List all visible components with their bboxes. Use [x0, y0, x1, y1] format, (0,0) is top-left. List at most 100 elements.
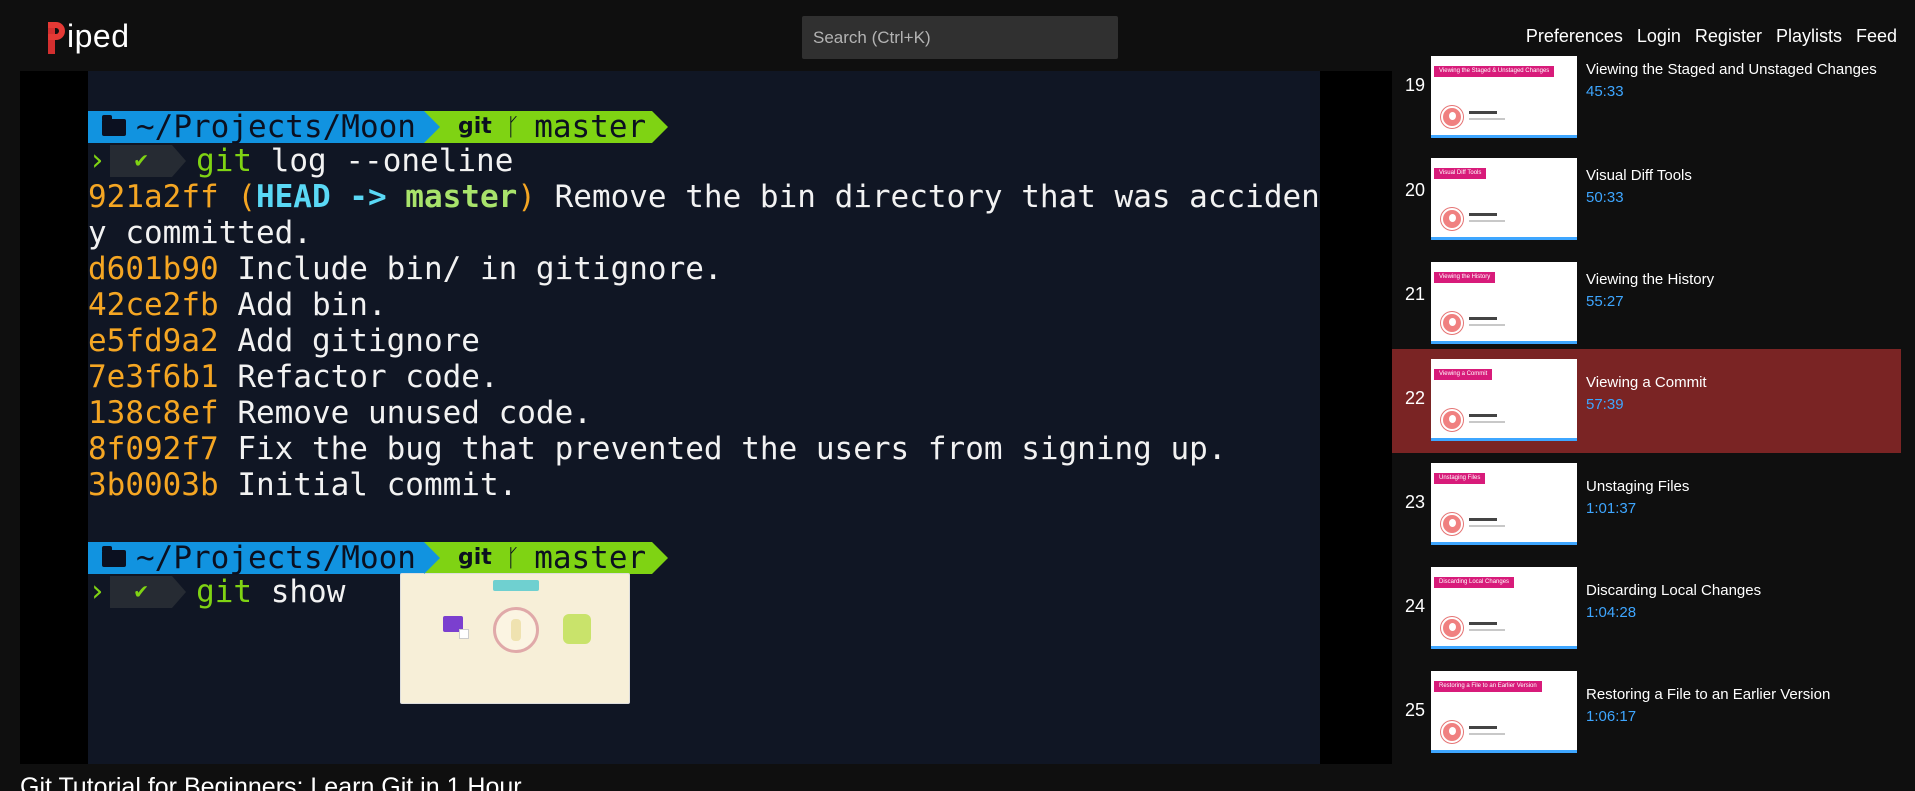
terminal-command-line: › ✔ git show: [88, 574, 346, 610]
chevron-right-icon: ›: [88, 143, 107, 178]
check-icon: ✔: [134, 148, 148, 173]
playlist-item-thumbnail[interactable]: Unstaging Files: [1431, 463, 1577, 545]
commit-hash: 42ce2fb: [88, 287, 219, 323]
thumbnail-author-line: [1469, 518, 1497, 521]
thumbnail-subtext-line: [1469, 324, 1505, 326]
playlist-item-number: 19: [1404, 75, 1426, 95]
commit-hash: d601b90: [88, 251, 219, 287]
playlist-item[interactable]: 24 Discarding Local Changes Discarding L…: [1392, 565, 1901, 669]
playlist-item-duration: 1:04:28: [1586, 604, 1637, 621]
command-args: log --oneline: [252, 143, 514, 179]
chevron-right-icon: ›: [88, 574, 107, 609]
commit-hash: e5fd9a2: [88, 323, 219, 359]
playlist-item-title[interactable]: Viewing the History: [1586, 271, 1714, 288]
nav-link-feed[interactable]: Feed: [1856, 26, 1897, 47]
seek-preview-thumbnail: [400, 573, 630, 704]
commit-message: Remove unused code.: [218, 395, 592, 431]
playlist-item[interactable]: 21 Viewing the History Viewing the Histo…: [1392, 253, 1901, 357]
playlist-item-current[interactable]: 22 Viewing a Commit Viewing a Commit 57:…: [1392, 349, 1901, 453]
branch-icon: ᚴ: [505, 544, 521, 572]
playlist-item-title[interactable]: Viewing a Commit: [1586, 374, 1707, 391]
playlist-item-title[interactable]: Unstaging Files: [1586, 478, 1689, 495]
thumbnail-label: Visual Diff Tools: [1434, 168, 1487, 179]
prompt-branch: master: [534, 540, 647, 576]
database-icon: [563, 614, 591, 644]
playlist-item[interactable]: 19 Viewing the Staged & Unstaged Changes…: [1392, 56, 1901, 160]
thumbnail-label: Restoring a File to an Earlier Version: [1434, 681, 1542, 692]
playlist-item-duration: 57:39: [1586, 396, 1624, 413]
thumbnail-subtext-line: [1469, 220, 1505, 222]
commit-hash: 3b0003b: [88, 467, 219, 503]
thumbnail-label: Unstaging Files: [1434, 473, 1486, 484]
avatar: [1441, 409, 1463, 431]
prompt-git-label: git: [457, 545, 492, 570]
avatar: [1441, 617, 1463, 639]
log-line: 8f092f7 Fix the bug that prevented the u…: [88, 431, 1227, 467]
playlist-item-thumbnail[interactable]: Restoring a File to an Earlier Version: [1431, 671, 1577, 753]
playlist-item-thumbnail[interactable]: Viewing the History: [1431, 262, 1577, 344]
thumbnail-label: Viewing the History: [1434, 272, 1496, 283]
video-title: Git Tutorial for Beginners: Learn Git in…: [20, 773, 522, 791]
log-line: 7e3f6b1 Refactor code.: [88, 359, 499, 395]
playlist-item-title[interactable]: Discarding Local Changes: [1586, 582, 1761, 599]
playlist-item-thumbnail[interactable]: Discarding Local Changes: [1431, 567, 1577, 649]
playlist-item-duration: 45:33: [1586, 83, 1624, 100]
playlist-item[interactable]: 25 Restoring a File to an Earlier Versio…: [1392, 669, 1901, 764]
folder-icon: [102, 114, 126, 136]
head-open: (: [218, 179, 256, 215]
playlist-item[interactable]: 20 Visual Diff Tools Visual Diff Tools 5…: [1392, 149, 1901, 253]
playlist-item-title[interactable]: Visual Diff Tools: [1586, 167, 1692, 184]
nav-link-login[interactable]: Login: [1637, 26, 1681, 47]
commit-message: Add bin.: [218, 287, 387, 323]
head-label: HEAD ->: [255, 179, 406, 215]
thumbnail-author-line: [1469, 317, 1497, 320]
head-branch: master: [405, 179, 518, 215]
thumbnail-subtext-line: [1469, 525, 1505, 527]
piped-logo[interactable]: iped: [46, 16, 130, 56]
preview-tag: [493, 580, 539, 591]
video-player[interactable]: ~/Projects/Moon git ᚴ master › ✔ git log…: [20, 71, 1392, 764]
terminal-prompt: ~/Projects/Moon git ᚴ master: [88, 540, 669, 576]
document-icon: [459, 629, 469, 639]
playlist-item-thumbnail[interactable]: Viewing the Staged & Unstaged Changes: [1431, 56, 1577, 138]
nav-link-preferences[interactable]: Preferences: [1526, 26, 1623, 47]
commit-message: Remove the bin directory that was accide…: [535, 179, 1320, 215]
commit-hash: 7e3f6b1: [88, 359, 219, 395]
playlist-item-title[interactable]: Restoring a File to an Earlier Version: [1586, 686, 1830, 703]
nav-link-register[interactable]: Register: [1695, 26, 1762, 47]
thumbnail-subtext-line: [1469, 421, 1505, 423]
nav-link-playlists[interactable]: Playlists: [1776, 26, 1842, 47]
nav-links: Preferences Login Register Playlists Fee…: [1526, 26, 1897, 47]
playlist-item-thumbnail[interactable]: Visual Diff Tools: [1431, 158, 1577, 240]
playlist-item[interactable]: 23 Unstaging Files Unstaging Files 1:01:…: [1392, 461, 1901, 565]
avatar: [1441, 106, 1463, 128]
commit-hash: 138c8ef: [88, 395, 219, 431]
terminal-prompt: ~/Projects/Moon git ᚴ master: [88, 109, 669, 145]
playlist-item-number: 22: [1404, 388, 1426, 408]
command-args: show: [252, 574, 346, 610]
avatar: [1441, 721, 1463, 743]
commit-message: Include bin/ in gitignore.: [218, 251, 723, 287]
playlist-item-thumbnail[interactable]: Viewing a Commit: [1431, 359, 1577, 441]
thumbnail-label: Viewing the Staged & Unstaged Changes: [1434, 66, 1555, 77]
thumbnail-author-line: [1469, 726, 1497, 729]
playlist-item-number: 23: [1404, 492, 1426, 512]
avatar: [1441, 208, 1463, 230]
branch-icon: ᚴ: [505, 113, 521, 141]
check-icon: ✔: [134, 579, 148, 604]
playlist-item-title[interactable]: Viewing the Staged and Unstaged Changes: [1586, 61, 1877, 78]
thumbnail-subtext-line: [1469, 118, 1505, 120]
log-line: 3b0003b Initial commit.: [88, 467, 517, 503]
head-close: ): [517, 179, 536, 215]
search-input[interactable]: [802, 16, 1118, 59]
thumbnail-author-line: [1469, 213, 1497, 216]
commit-hash: 921a2ff: [88, 179, 219, 215]
playlist-item-number: 24: [1404, 596, 1426, 616]
prompt-path: ~/Projects/Moon: [136, 109, 416, 145]
log-line: y committed.: [88, 215, 312, 251]
commit-hash: 8f092f7: [88, 431, 219, 467]
thumbnail-label: Viewing a Commit: [1434, 369, 1493, 380]
prompt-branch: master: [534, 109, 647, 145]
thumbnail-label: Discarding Local Changes: [1434, 577, 1515, 588]
prompt-git-segment: git ᚴ master: [423, 540, 669, 576]
